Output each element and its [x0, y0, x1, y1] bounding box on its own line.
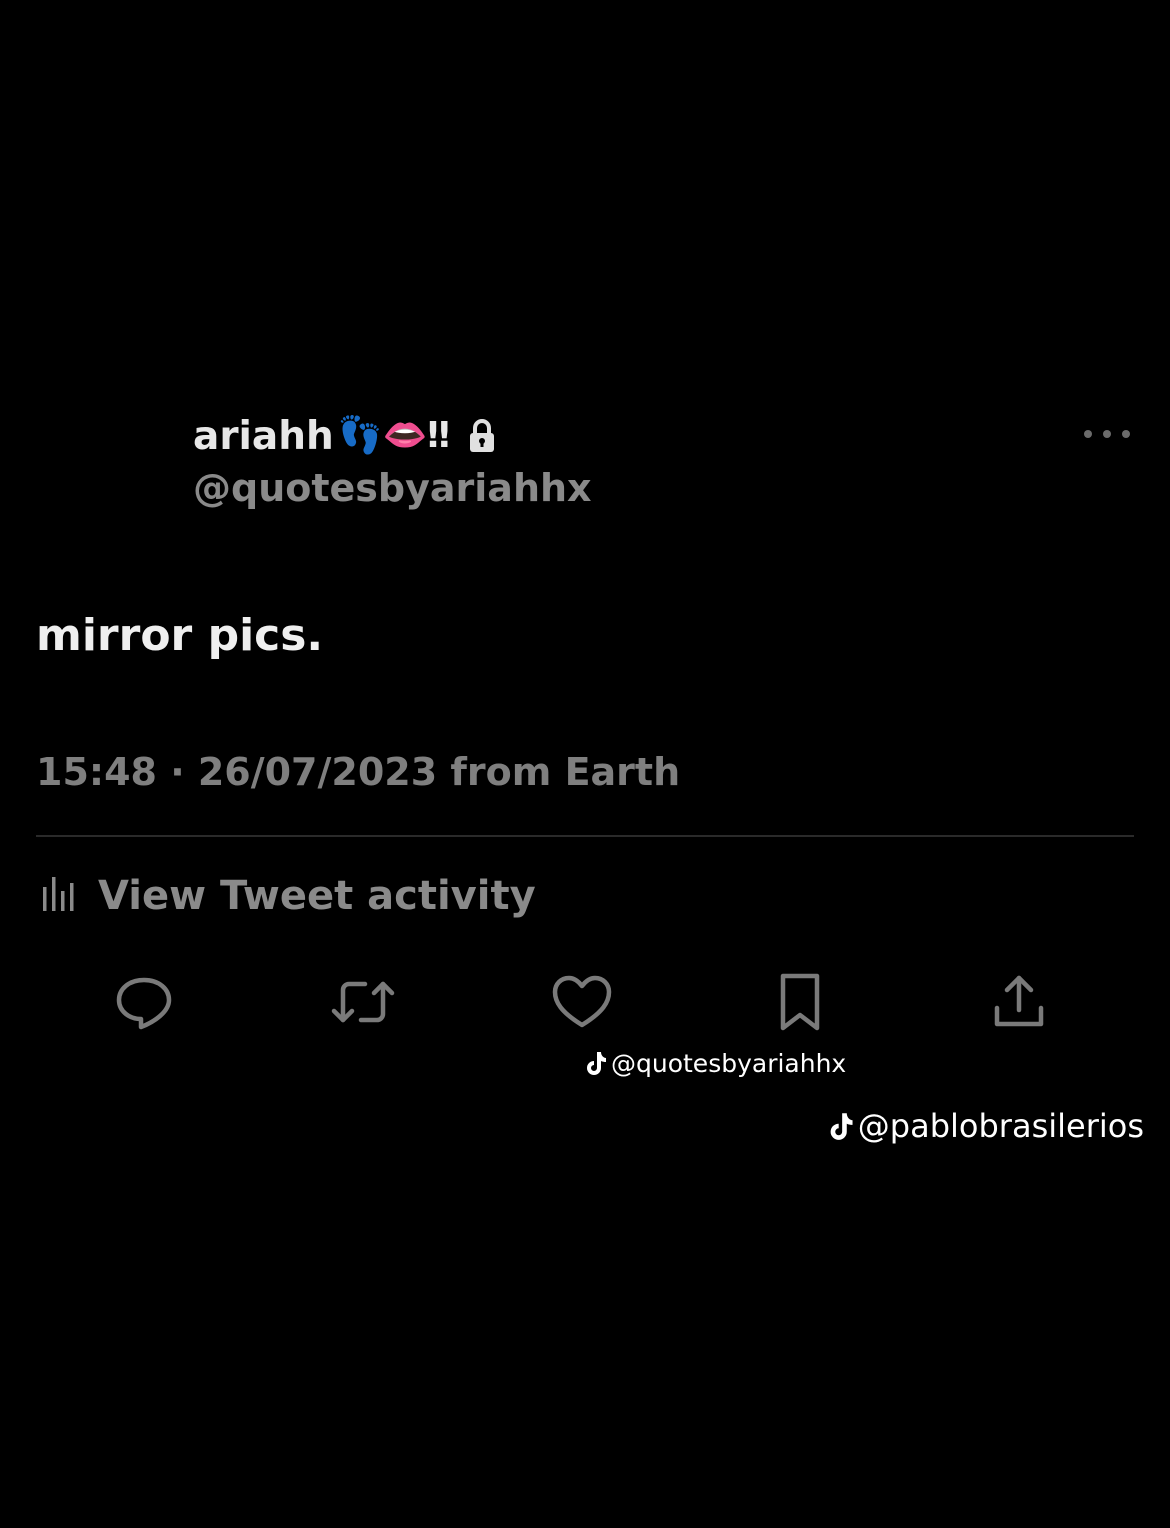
tweet-author-name-row: ariahh 👣👄‼	[193, 410, 498, 462]
divider	[36, 835, 1134, 837]
name-emojis: 👣👄‼	[337, 415, 450, 456]
overlay-watermark-handle: @quotesbyariahhx	[611, 1048, 847, 1078]
tweet-timestamp: 15:48 · 26/07/2023 from Earth	[36, 750, 681, 794]
more-dot-icon	[1084, 430, 1092, 438]
tiktok-note-icon	[828, 1111, 854, 1141]
overlay-watermark: @quotesbyariahhx	[585, 1046, 846, 1080]
retweet-icon	[331, 972, 395, 1036]
heart-icon	[551, 974, 613, 1034]
tiktok-watermark: @pablobrasilerios	[828, 1104, 1144, 1148]
bookmark-button[interactable]	[768, 972, 832, 1036]
share-button[interactable]	[987, 972, 1051, 1036]
lock-icon	[466, 418, 498, 454]
retweet-button[interactable]	[331, 972, 395, 1036]
speech-bubble-icon	[114, 972, 174, 1036]
tweet-text: mirror pics.	[36, 610, 324, 661]
share-upload-icon	[989, 972, 1049, 1036]
view-tweet-activity-link[interactable]: View Tweet activity	[40, 868, 536, 924]
more-dot-icon	[1103, 430, 1111, 438]
activity-label: View Tweet activity	[98, 873, 536, 919]
reply-button[interactable]	[112, 972, 176, 1036]
bar-chart-icon	[40, 871, 76, 921]
more-options-button[interactable]	[1084, 420, 1130, 448]
bookmark-icon	[775, 971, 825, 1037]
more-dot-icon	[1122, 430, 1130, 438]
tiktok-note-icon	[585, 1050, 607, 1076]
tiktok-handle: @pablobrasilerios	[857, 1107, 1144, 1145]
display-name[interactable]: ariahh	[193, 414, 334, 459]
author-handle[interactable]: @quotesbyariahhx	[193, 466, 592, 510]
like-button[interactable]	[550, 972, 614, 1036]
